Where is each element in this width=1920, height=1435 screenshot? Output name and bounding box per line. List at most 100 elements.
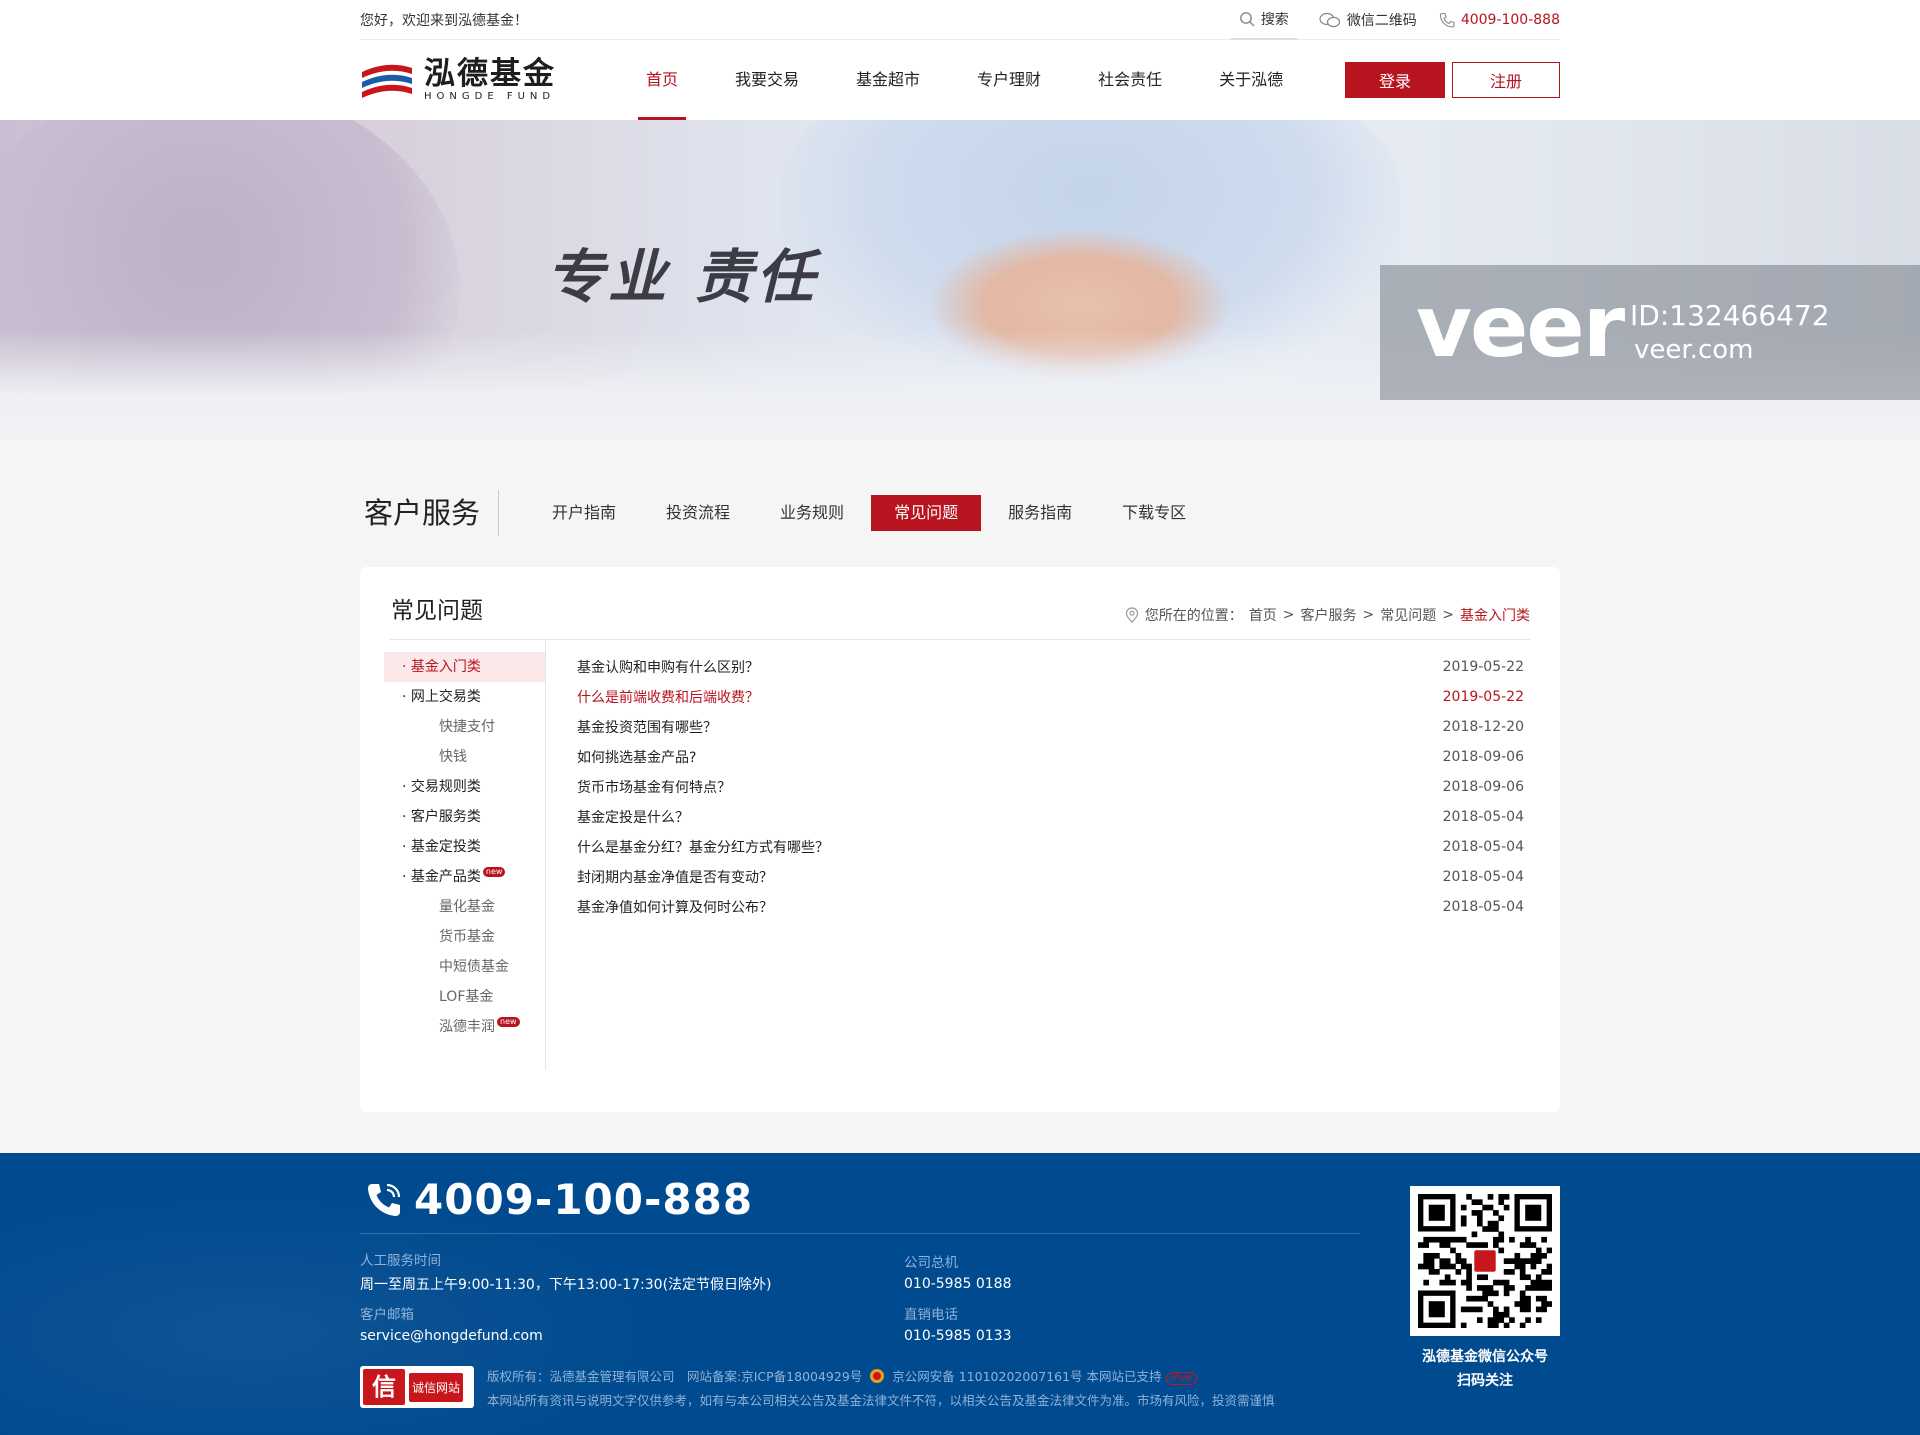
faq-row[interactable]: 基金投资范围有哪些？ 2018-12-20: [577, 712, 1530, 742]
faq-title[interactable]: 货币市场基金有何特点？: [577, 777, 731, 797]
footer-hq-phone: 公司总机 010-5985 0188: [904, 1251, 1011, 1292]
logo-text-cn: 泓德基金: [424, 56, 556, 92]
hours-label: 人工服务时间: [360, 1253, 441, 1269]
hotline: 4009-100-888: [1439, 0, 1560, 40]
faq-row[interactable]: 货币市场基金有何特点？ 2018-09-06: [577, 772, 1530, 802]
police-record: 京公网安备 11010202007161号 本网站已支持: [892, 1369, 1162, 1384]
credit-site-badge[interactable]: 信 诚信网站: [360, 1366, 474, 1408]
tab-service-guide[interactable]: 服务指南: [985, 495, 1095, 531]
hq-value: 010-5985 0188: [904, 1276, 1012, 1292]
qr-caption-line2: 扫码关注: [1457, 1373, 1513, 1389]
faq-row[interactable]: 什么是前端收费和后端收费？ 2019-05-22: [577, 682, 1530, 712]
panel-title: 常见问题: [391, 598, 483, 624]
sidebar-category[interactable]: · 交易规则类: [384, 772, 545, 802]
search-label: 搜索: [1260, 11, 1289, 28]
search-link[interactable]: 搜索: [1230, 0, 1297, 40]
top-bar: 您好，欢迎来到泓德基金！ 搜索 微信二维码 4009-100-888: [0, 0, 1920, 40]
tab-account-guide[interactable]: 开户指南: [529, 495, 639, 531]
footer-hours: 人工服务时间 周一至周五上午9:00-11:30，下午13:00-17:30(法…: [360, 1249, 772, 1294]
faq-title[interactable]: 封闭期内基金净值是否有变动？: [577, 867, 773, 887]
hero-banner: 专业 责任 veer ID:132466472 veer.com: [0, 120, 1920, 440]
sidebar-label: · 基金产品类: [402, 869, 481, 885]
faq-date: 2019-05-22: [1442, 659, 1524, 675]
disclaimer: 本网站所有资讯与说明文字仅供参考，如有与本公司相关公告及基金法律文件不符，以相关…: [487, 1393, 1275, 1408]
email-value[interactable]: service@hongdefund.com: [360, 1328, 543, 1344]
sidebar-subcategory[interactable]: 快钱: [384, 742, 545, 772]
wechat-qr-link[interactable]: 微信二维码: [1319, 0, 1417, 40]
sidebar-subcategory[interactable]: 快捷支付: [384, 712, 545, 742]
sidebar-label: 泓德丰润: [439, 1019, 495, 1035]
qr-code-image: [1418, 1194, 1553, 1329]
hotline-number: 4009-100-888: [1460, 11, 1560, 28]
faq-title[interactable]: 什么是基金分红？基金分红方式有哪些？: [577, 837, 829, 857]
sidebar-subcategory[interactable]: 货币基金: [384, 922, 545, 952]
faq-title[interactable]: 什么是前端收费和后端收费？: [577, 687, 759, 707]
faq-row[interactable]: 什么是基金分红？基金分红方式有哪些？ 2018-05-04: [577, 832, 1530, 862]
nav-trade[interactable]: 我要交易: [727, 40, 807, 120]
tab-faq[interactable]: 常见问题: [871, 495, 982, 531]
watermark-url: veer.com: [1634, 335, 1754, 365]
nav-about[interactable]: 关于泓德: [1211, 40, 1291, 120]
sidebar-subcategory[interactable]: 量化基金: [384, 892, 545, 922]
breadcrumb-current: 基金入门类: [1460, 608, 1530, 624]
faq-row[interactable]: 基金认购和申购有什么区别？ 2019-05-22: [577, 652, 1530, 682]
footer-divider: [360, 1233, 1360, 1234]
breadcrumb-sep: >: [1282, 607, 1295, 623]
breadcrumb-service[interactable]: 客户服务: [1301, 605, 1357, 625]
sidebar-category[interactable]: · 客户服务类: [384, 802, 545, 832]
watermark-brand: veer: [1416, 277, 1625, 377]
copyright-text: 版权所有：泓德基金管理有限公司 网站备案:京ICP备18004929号: [487, 1369, 863, 1384]
sidebar-subcategory[interactable]: 中短债基金: [384, 952, 545, 982]
stock-watermark: veer ID:132466472 veer.com: [1380, 265, 1920, 400]
faq-row[interactable]: 基金定投是什么？ 2018-05-04: [577, 802, 1530, 832]
faq-title[interactable]: 基金投资范围有哪些？: [577, 717, 717, 737]
breadcrumb-sep: >: [1442, 607, 1454, 623]
wechat-icon: [1319, 12, 1340, 27]
nav-special-account[interactable]: 专户理财: [969, 40, 1049, 120]
sidebar-label: · 交易规则类: [402, 779, 481, 795]
faq-row[interactable]: 封闭期内基金净值是否有变动？ 2018-05-04: [577, 862, 1530, 892]
logo-text-en: HONGDE FUND: [424, 91, 556, 102]
sidebar-category[interactable]: · 网上交易类: [384, 682, 545, 712]
ipv6-badge: IPv6: [1165, 1372, 1197, 1385]
sidebar-category[interactable]: · 基金入门类: [384, 652, 545, 682]
sidebar-label: 量化基金: [439, 899, 495, 915]
faq-title[interactable]: 基金定投是什么？: [577, 807, 689, 827]
site-footer: 4009-100-888 人工服务时间 周一至周五上午9:00-11:30，下午…: [0, 1153, 1920, 1435]
footer-hotline: 4009-100-888: [364, 1175, 753, 1224]
breadcrumb-home[interactable]: 首页: [1249, 605, 1277, 625]
sidebar-subcategory[interactable]: LOF基金: [384, 982, 545, 1012]
nav-social-responsibility[interactable]: 社会责任: [1090, 40, 1170, 120]
credit-badge-text: 诚信网站: [409, 1372, 464, 1402]
qr-caption: 泓德基金微信公众号 扫码关注: [1400, 1345, 1570, 1393]
faq-title[interactable]: 如何挑选基金产品?: [577, 747, 696, 767]
service-header: 客户服务 开户指南 投资流程 业务规则 常见问题 服务指南 下载专区: [360, 479, 1560, 547]
sidebar-label: 快钱: [439, 749, 467, 765]
faq-row[interactable]: 基金净值如何计算及何时公布？ 2018-05-04: [577, 892, 1530, 922]
tab-business-rules[interactable]: 业务规则: [757, 495, 867, 531]
credit-badge-icon: 信: [363, 1369, 405, 1405]
nav-home[interactable]: 首页: [638, 40, 687, 120]
sidebar-subcategory[interactable]: 泓德丰润 new: [384, 1012, 545, 1042]
register-button[interactable]: 注册: [1452, 62, 1560, 98]
faq-category-sidebar: · 基金入门类 · 网上交易类 快捷支付快钱 · 交易规则类 · 客户服务类 · 基金定投…: [384, 640, 546, 1070]
sidebar-category[interactable]: · 基金定投类: [384, 832, 545, 862]
faq-row[interactable]: 如何挑选基金产品? 2018-09-06: [577, 742, 1530, 772]
sidebar-label: 货币基金: [439, 929, 495, 945]
phone-icon: [1439, 12, 1455, 28]
faq-title[interactable]: 基金净值如何计算及何时公布？: [577, 897, 773, 917]
faq-date: 2018-09-06: [1442, 749, 1524, 765]
footer-direct-phone: 直销电话 010-5985 0133: [904, 1303, 1011, 1344]
wechat-label: 微信二维码: [1346, 12, 1417, 29]
tab-invest-process[interactable]: 投资流程: [643, 495, 753, 531]
nav-fund-market[interactable]: 基金超市: [848, 40, 928, 120]
sidebar-category[interactable]: · 基金产品类 new: [384, 862, 545, 892]
faq-title[interactable]: 基金认购和申购有什么区别？: [577, 657, 759, 677]
breadcrumb-faq[interactable]: 常见问题: [1380, 605, 1436, 625]
direct-value: 010-5985 0133: [904, 1328, 1012, 1344]
main-header: 泓德基金 HONGDE FUND 首页 我要交易 基金超市 专户理财 社会责任 …: [0, 40, 1920, 120]
sidebar-label: · 基金入门类: [402, 659, 481, 675]
login-button[interactable]: 登录: [1345, 62, 1445, 98]
tab-downloads[interactable]: 下载专区: [1099, 495, 1209, 531]
site-logo[interactable]: 泓德基金 HONGDE FUND: [360, 57, 570, 103]
